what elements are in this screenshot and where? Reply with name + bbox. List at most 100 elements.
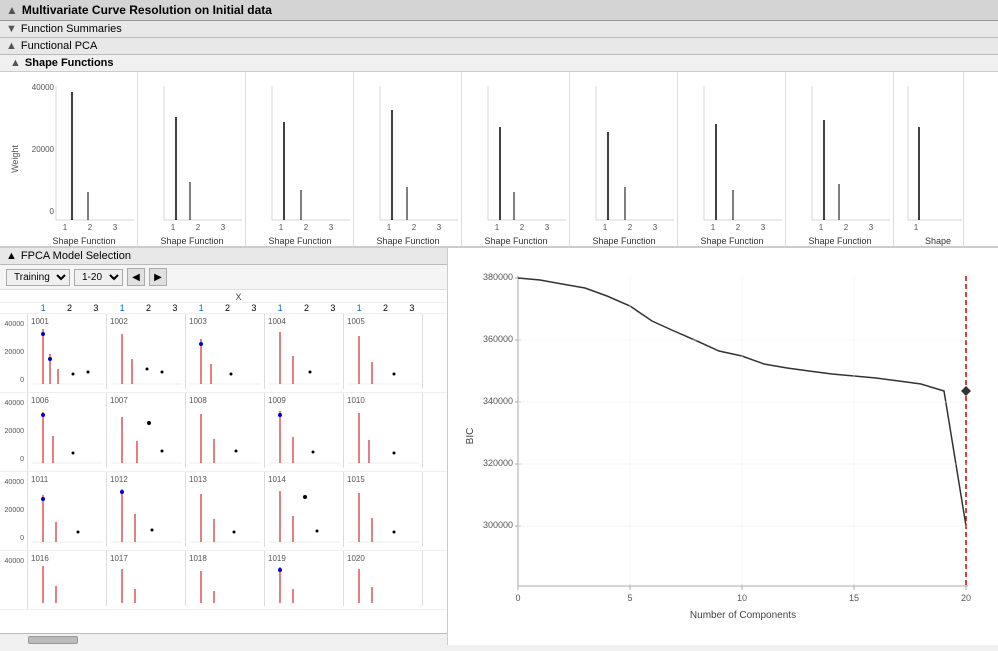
mini-chart-1008: 1008 [186,393,265,468]
row1-charts: 1001 1002 [28,314,423,392]
svg-text:1011: 1011 [31,475,49,484]
svg-text:1: 1 [63,223,68,232]
svg-text:1005: 1005 [347,317,365,326]
shape-chart-9: 1 Shape 9 [894,72,964,246]
mini-chart-1010: 1010 [344,393,423,468]
mini-chart-1007: 1007 [107,393,186,468]
svg-text:3: 3 [653,223,658,232]
svg-text:1010: 1010 [347,396,365,405]
svg-text:1004: 1004 [268,317,286,326]
svg-text:1014: 1014 [268,475,286,484]
svg-text:1019: 1019 [268,554,286,563]
svg-text:3: 3 [869,223,874,232]
svg-text:1020: 1020 [347,554,365,563]
svg-text:360000: 360000 [483,334,513,344]
svg-text:1009: 1009 [268,396,286,405]
svg-text:380000: 380000 [483,272,513,282]
mini-chart-1017: 1017 [107,551,186,606]
mini-chart-1002: 1002 [107,314,186,389]
svg-text:2: 2 [520,223,525,232]
fpca-arrow: ▲ [6,40,17,52]
fpca-toolbar: Training 1-20 ◀ ▶ [0,265,447,290]
svg-text:10: 10 [737,593,747,603]
title-bar: ▲ Multivariate Curve Resolution on Initi… [0,0,998,21]
bottom-area: ▲ FPCA Model Selection Training 1-20 ◀ ▶… [0,247,998,645]
prev-button[interactable]: ◀ [127,268,145,286]
svg-text:3: 3 [437,223,442,232]
mini-chart-row-1: 40000 20000 0 1001 [0,314,447,393]
svg-text:40000: 40000 [5,400,25,407]
svg-text:Shape Function: Shape Function [52,236,115,246]
svg-text:2: 2 [412,223,417,232]
svg-text:Shape Function: Shape Function [160,236,223,246]
svg-text:320000: 320000 [483,458,513,468]
functional-pca-label: Functional PCA [21,40,97,52]
row4-charts: 1016 1017 1018 [28,551,423,609]
svg-text:1006: 1006 [31,396,49,405]
svg-text:3: 3 [329,223,334,232]
range-select[interactable]: 1-20 [74,269,123,286]
mini-chart-1001: 1001 [28,314,107,389]
shape-chart-8: 1 2 3 Shape Function 8 [786,72,894,246]
svg-text:2: 2 [736,223,741,232]
shape-chart-3: 1 2 3 Shape Function 3 [246,72,354,246]
mini-chart-1006: 1006 [28,393,107,468]
svg-text:0: 0 [50,207,55,216]
svg-text:20000: 20000 [5,507,25,514]
svg-text:1003: 1003 [189,317,207,326]
svg-text:0: 0 [20,535,24,542]
fpca-arrow: ▲ [6,250,17,262]
svg-text:300000: 300000 [483,520,513,530]
function-summaries-header[interactable]: ▼ Function Summaries [0,21,998,38]
mini-chart-1012: 1012 [107,472,186,547]
svg-text:Shape: Shape [925,236,951,246]
svg-text:2: 2 [88,223,93,232]
svg-text:40000: 40000 [5,479,25,486]
svg-text:3: 3 [545,223,550,232]
diamond-marker [961,386,971,396]
svg-text:1017: 1017 [110,554,128,563]
h-scrollbar[interactable] [0,633,447,645]
svg-text:1: 1 [711,223,716,232]
mini-chart-row-3: 40000 20000 0 1011 [0,472,447,551]
mini-chart-1020: 1020 [344,551,423,606]
svg-text:Shape Function: Shape Function [268,236,331,246]
mini-chart-1016: 1016 [28,551,107,606]
functional-pca-header[interactable]: ▲ Functional PCA [0,38,998,55]
svg-text:1007: 1007 [110,396,128,405]
svg-text:Shape Function: Shape Function [700,236,763,246]
svg-text:1015: 1015 [347,475,365,484]
svg-text:1016: 1016 [31,554,49,563]
svg-text:BIC: BIC [465,428,476,445]
next-button[interactable]: ▶ [149,268,167,286]
svg-text:Shape Function: Shape Function [376,236,439,246]
mini-chart-row-2: 40000 20000 0 1006 [0,393,447,472]
svg-text:1013: 1013 [189,475,207,484]
fpca-model-header[interactable]: ▲ FPCA Model Selection [0,248,447,265]
shape-functions-header[interactable]: ▲ Shape Functions [0,55,998,72]
fs-arrow: ▼ [6,23,17,35]
shape-chart-1: 40000 20000 0 1 2 3 Shape Function 1 [30,72,138,246]
mini-chart-1013: 1013 [186,472,265,547]
shape-functions-area: Weight 40000 20000 0 1 2 [0,72,998,247]
svg-text:1012: 1012 [110,475,128,484]
app-title: Multivariate Curve Resolution on Initial… [22,3,272,17]
svg-text:20000: 20000 [5,349,25,356]
mini-chart-1019: 1019 [265,551,344,606]
mini-chart-1018: 1018 [186,551,265,606]
mini-chart-1004: 1004 [265,314,344,389]
sf-arrow: ▲ [10,57,21,69]
shape-chart-4: 1 2 3 Shape Function 4 [354,72,462,246]
bic-panel: 380000 360000 340000 320000 300000 0 5 1… [448,248,998,645]
mini-chart-1015: 1015 [344,472,423,547]
svg-text:Shape Function: Shape Function [592,236,655,246]
mode-select[interactable]: Training [6,269,70,286]
svg-text:3: 3 [221,223,226,232]
svg-text:1018: 1018 [189,554,207,563]
scrollbar-thumb[interactable] [28,636,78,644]
svg-text:Shape Function: Shape Function [808,236,871,246]
shape-chart-2: 1 2 3 Shape Function 2 [138,72,246,246]
title-arrow: ▲ [6,3,18,17]
shape-chart-5: 1 2 3 Shape Function 5 [462,72,570,246]
svg-text:2: 2 [304,223,309,232]
